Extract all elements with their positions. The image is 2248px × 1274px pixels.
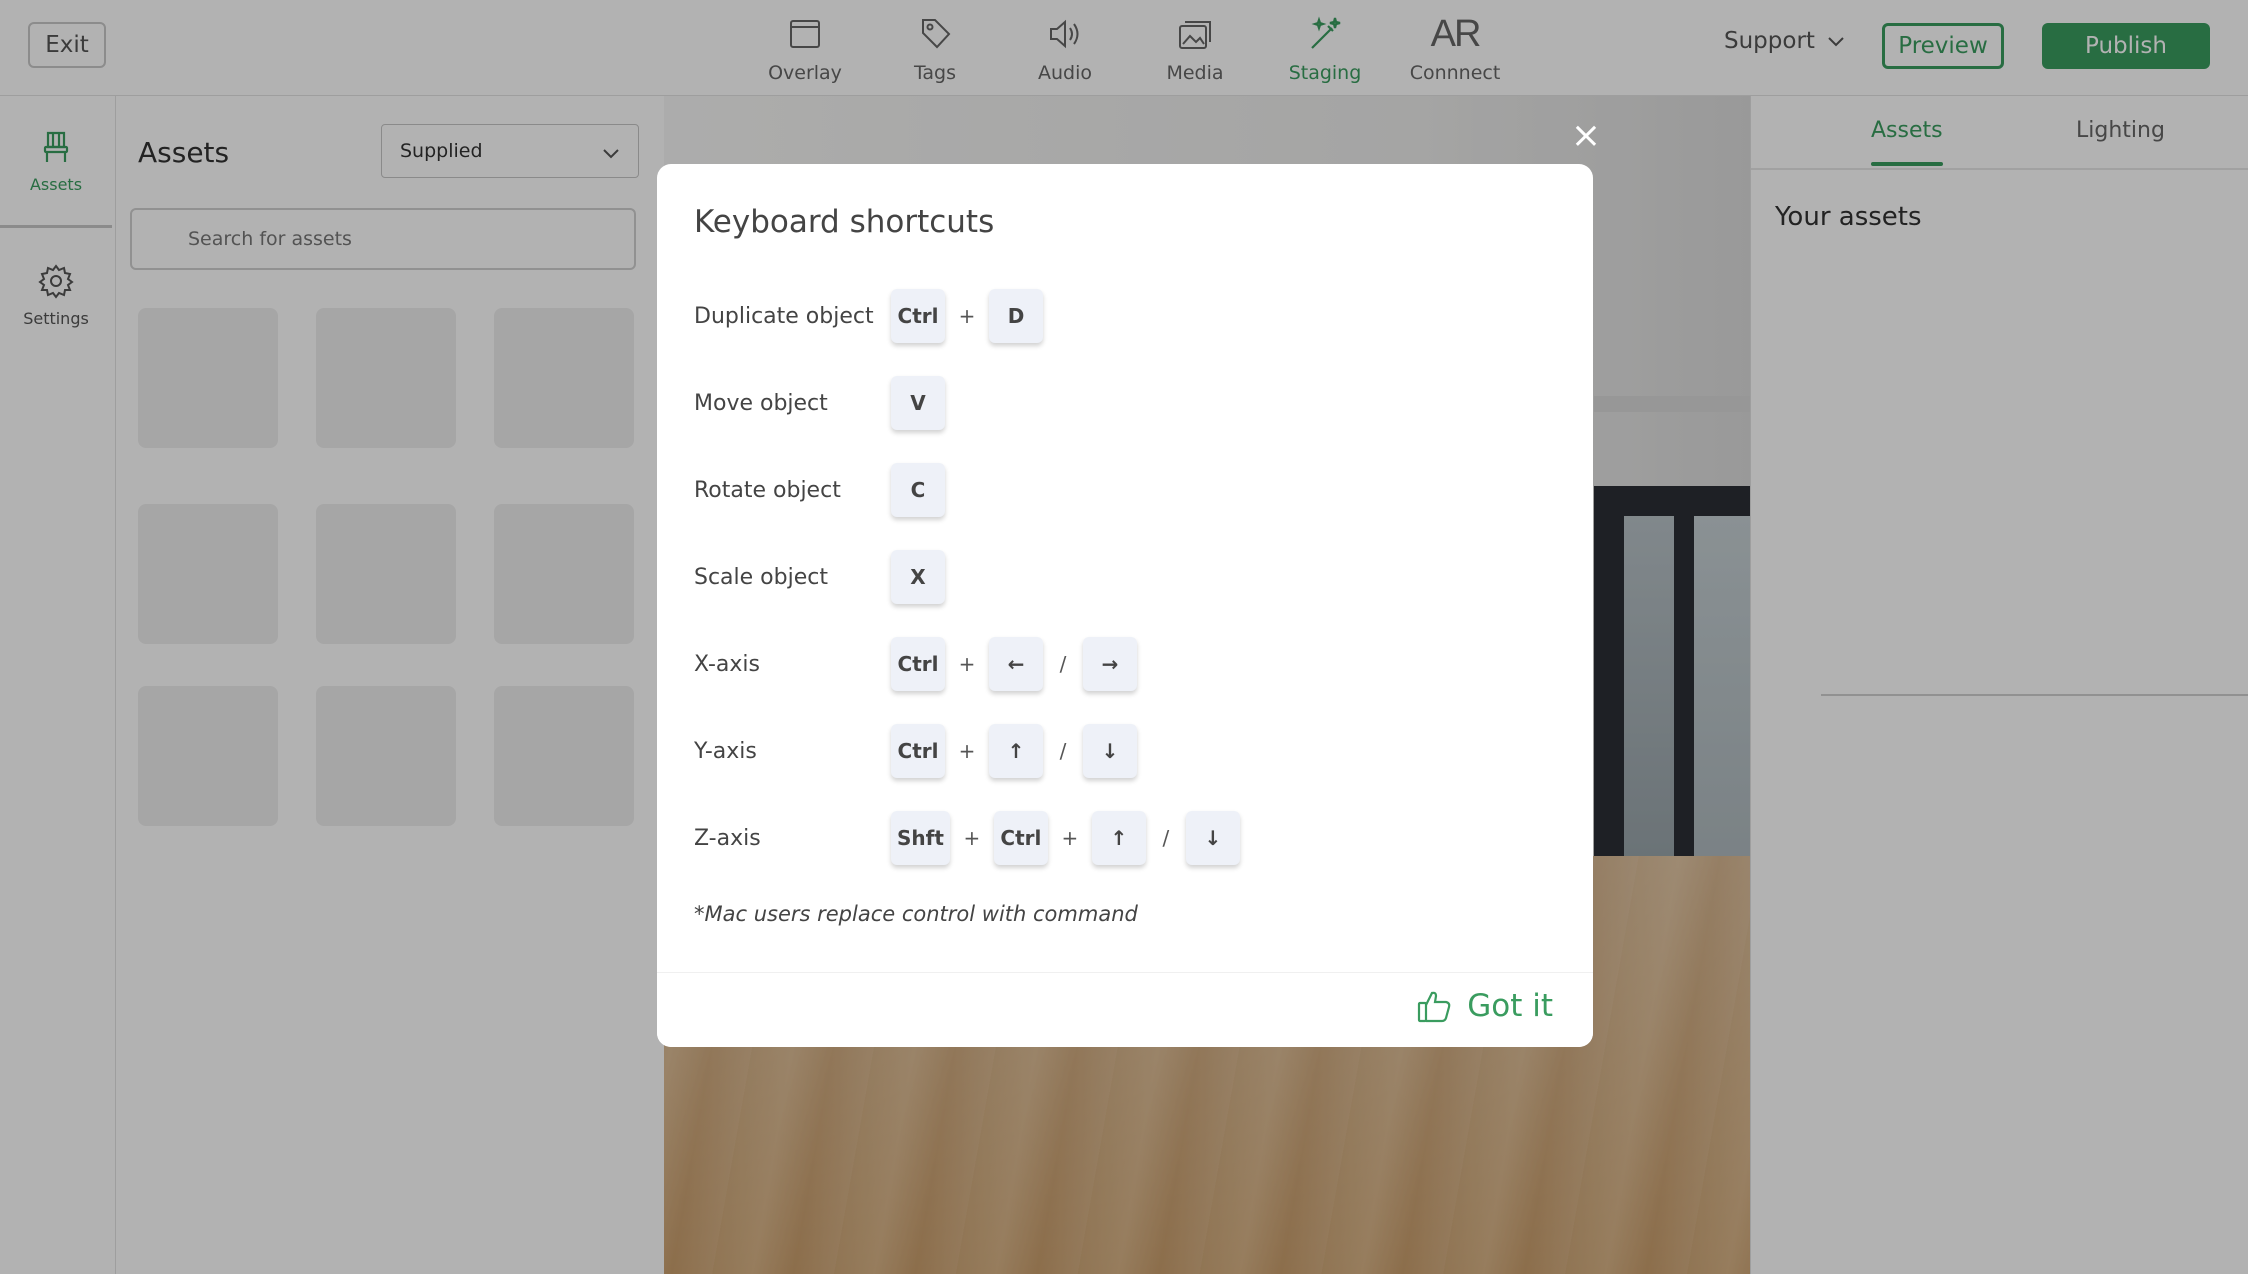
key-separator: + (963, 826, 981, 850)
shortcut-row: X-axis Ctrl + ← / → (694, 636, 1137, 692)
shortcut-row: Z-axis Shft + Ctrl + ↑ / ↓ (694, 810, 1240, 866)
key-ctrl: Ctrl (993, 811, 1048, 865)
key-v: V (891, 376, 945, 430)
key-shift: Shft (891, 811, 950, 865)
got-it-label: Got it (1467, 988, 1553, 1024)
key-separator: / (1059, 652, 1067, 676)
dialog-title: Keyboard shortcuts (694, 204, 995, 240)
key-ctrl: Ctrl (891, 724, 945, 778)
key-d: D (989, 289, 1043, 343)
arrow-right-icon: → (1083, 637, 1137, 691)
shortcut-label: Move object (694, 390, 828, 416)
close-icon[interactable]: × (1570, 118, 1602, 154)
key-ctrl: Ctrl (891, 637, 945, 691)
shortcut-row: Rotate object C (694, 462, 945, 518)
key-separator: + (958, 304, 976, 328)
key-separator: + (1061, 826, 1079, 850)
shortcut-label: Rotate object (694, 477, 841, 503)
shortcut-row: Y-axis Ctrl + ↑ / ↓ (694, 723, 1137, 779)
shortcut-label: Z-axis (694, 825, 761, 851)
key-ctrl: Ctrl (891, 289, 945, 343)
shortcut-row: Duplicate object Ctrl + D (694, 288, 1043, 344)
key-x: X (891, 550, 945, 604)
shortcut-row: Scale object X (694, 549, 945, 605)
shortcut-label: X-axis (694, 651, 760, 677)
shortcut-label: Y-axis (694, 738, 757, 764)
shortcut-row: Move object V (694, 375, 945, 431)
key-separator: / (1059, 739, 1067, 763)
key-separator: / (1162, 826, 1170, 850)
arrow-left-icon: ← (989, 637, 1043, 691)
thumbs-up-icon (1418, 991, 1451, 1023)
arrow-up-icon: ↑ (989, 724, 1043, 778)
mac-note: *Mac users replace control with command (694, 902, 1138, 926)
key-separator: + (958, 652, 976, 676)
key-c: C (891, 463, 945, 517)
shortcut-label: Duplicate object (694, 303, 874, 329)
arrow-up-icon: ↑ (1091, 811, 1146, 865)
keyboard-shortcuts-dialog: Keyboard shortcuts Duplicate object Ctrl… (657, 164, 1593, 1047)
arrow-down-icon: ↓ (1185, 811, 1240, 865)
key-separator: + (958, 739, 976, 763)
shortcut-label: Scale object (694, 564, 828, 590)
got-it-button[interactable]: Got it (1415, 987, 1553, 1025)
arrow-down-icon: ↓ (1083, 724, 1137, 778)
dialog-footer: Got it (657, 972, 1593, 1047)
